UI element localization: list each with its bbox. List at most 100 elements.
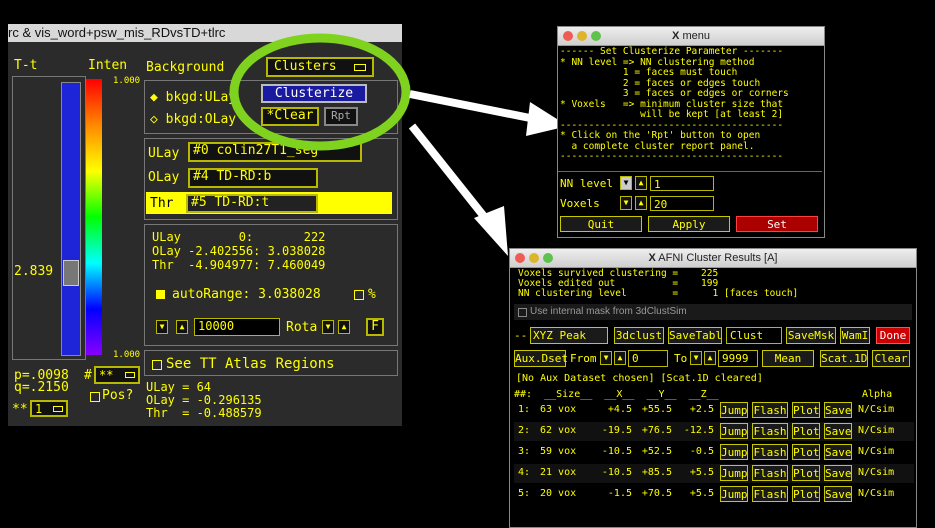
hash-menu-label: ** — [99, 368, 114, 382]
hash-label: # — [84, 368, 92, 383]
from-down-icon[interactable]: ▼ — [600, 351, 612, 365]
autorange-label: autoRange: 3.038028 — [172, 287, 321, 302]
bottom-ulay: ULay = 64 — [146, 380, 212, 394]
3dclust-button[interactable]: 3dclust — [614, 327, 664, 344]
close-dot-icon[interactable] — [515, 253, 525, 263]
save-button[interactable]: Save — [824, 423, 852, 439]
flash-button[interactable]: Flash — [752, 444, 788, 460]
tt-atlas-checkbox[interactable] — [152, 360, 162, 370]
nn-down-icon[interactable]: ▼ — [620, 176, 632, 190]
voxels-field[interactable]: 20 — [650, 196, 714, 211]
star-menu[interactable]: 1 — [30, 400, 68, 417]
x11-icon: X — [648, 252, 656, 264]
pos-checkbox[interactable] — [90, 392, 100, 402]
save-button[interactable]: Save — [824, 486, 852, 502]
cluster-z: +5.5 — [689, 488, 714, 499]
info-olay: OLay -2.402556: 3.038028 — [152, 244, 326, 258]
percent-checkbox[interactable] — [354, 290, 364, 300]
percent-label: % — [368, 287, 376, 302]
cluster-index: 3: — [518, 446, 531, 457]
nn-field[interactable]: 1 — [650, 176, 714, 191]
pos-label: Pos? — [102, 388, 134, 403]
set-button[interactable]: Set — [736, 216, 818, 232]
plot-button[interactable]: Plot — [792, 486, 820, 502]
bkgd-olay-radio[interactable]: ◇ bkgd:OLay — [150, 112, 236, 127]
rota-down-icon[interactable]: ▼ — [322, 320, 334, 334]
cluster-z: +5.5 — [689, 467, 714, 478]
savetabl-button[interactable]: SaveTabl — [668, 327, 722, 344]
plot-button[interactable]: Plot — [792, 465, 820, 481]
ulay-label: ULay — [148, 146, 180, 161]
bottom-olay: OLay = -0.296135 — [146, 393, 262, 407]
plot-button[interactable]: Plot — [792, 444, 820, 460]
flash-button[interactable]: Flash — [752, 465, 788, 481]
jump-button[interactable]: Jump — [720, 402, 748, 418]
close-dot-icon[interactable] — [563, 31, 573, 41]
quit-button[interactable]: Quit — [560, 216, 642, 232]
to-down-icon[interactable]: ▼ — [690, 351, 702, 365]
voxels-up-icon[interactable]: ▲ — [635, 196, 647, 210]
menu-toggle-icon — [125, 372, 135, 378]
spin-up-icon[interactable]: ▲ — [176, 320, 188, 334]
thr-chooser[interactable]: #5 TD-RD:t — [186, 194, 318, 213]
aux-dset-button[interactable]: Aux.Dset — [514, 350, 568, 367]
cluster-results-window: X AFNI Cluster Results [A] Voxels surviv… — [509, 248, 917, 528]
nn-up-icon[interactable]: ▲ — [635, 176, 647, 190]
wami-button[interactable]: WamI — [840, 327, 870, 344]
scat-button[interactable]: Scat.1D — [820, 350, 868, 367]
save-button[interactable]: Save — [824, 465, 852, 481]
jump-button[interactable]: Jump — [720, 465, 748, 481]
savemsk-button[interactable]: SaveMsk — [786, 327, 836, 344]
background-label: Background — [146, 60, 225, 75]
col-inten-label: Inten — [88, 58, 128, 73]
mean-menu[interactable]: Mean — [762, 350, 814, 367]
clust-field[interactable]: Clust — [726, 327, 782, 344]
zoom-dot-icon[interactable] — [591, 31, 601, 41]
minimize-dot-icon[interactable] — [529, 253, 539, 263]
rota-label: Rota — [286, 320, 318, 335]
flash-button[interactable]: Flash — [752, 486, 788, 502]
color-scale-bar[interactable] — [86, 79, 102, 355]
flash-button[interactable]: Flash — [752, 423, 788, 439]
rota-up-icon[interactable]: ▲ — [338, 320, 350, 334]
spin-value-field[interactable]: 10000 — [194, 318, 280, 336]
done-button[interactable]: Done — [876, 327, 910, 344]
bkgd-ulay-radio[interactable]: ◆ bkgd:ULay — [150, 90, 236, 105]
jump-button[interactable]: Jump — [720, 444, 748, 460]
menu-line: ------ Set Clusterize Parameter ------- — [560, 46, 784, 57]
threshold-slider-track[interactable] — [61, 82, 81, 356]
nn-label: NN level — [560, 177, 613, 190]
plot-button[interactable]: Plot — [792, 402, 820, 418]
threshold-slider-handle[interactable] — [63, 260, 79, 286]
f-button[interactable]: F — [366, 318, 384, 336]
xyz-peak-menu[interactable]: XYZ Peak — [530, 327, 608, 344]
mask-checkbox[interactable] — [518, 308, 527, 317]
menu-line: 3 = faces or edges or corners — [560, 88, 789, 99]
menu-divider — [558, 171, 822, 172]
zoom-dot-icon[interactable] — [543, 253, 553, 263]
table-row: 2: 62 vox -19.5 +76.5 -12.5 Jump Flash Plot Save… — [514, 422, 914, 441]
to-up-icon[interactable]: ▲ — [704, 351, 716, 365]
olay-chooser[interactable]: #4 TD-RD:b — [188, 168, 318, 188]
from-up-icon[interactable]: ▲ — [614, 351, 626, 365]
from-field[interactable]: 0 — [628, 350, 668, 367]
jump-button[interactable]: Jump — [720, 423, 748, 439]
autorange-checkbox[interactable] — [156, 290, 165, 299]
spin-down-icon[interactable]: ▼ — [156, 320, 168, 334]
save-button[interactable]: Save — [824, 402, 852, 418]
voxels-down-icon[interactable]: ▼ — [620, 196, 632, 210]
cluster-alpha: N/Csim — [858, 467, 895, 478]
plot-button[interactable]: Plot — [792, 423, 820, 439]
minimize-dot-icon[interactable] — [577, 31, 587, 41]
hash-menu[interactable]: ** — [94, 366, 140, 384]
apply-button[interactable]: Apply — [648, 216, 730, 232]
to-field[interactable]: 9999 — [718, 350, 758, 367]
xyz-label: XYZ — [533, 329, 553, 342]
cluster-x: -10.5 — [601, 467, 632, 478]
menu-line: --------------------------------------- — [560, 151, 784, 162]
save-button[interactable]: Save — [824, 444, 852, 460]
clear-scat-button[interactable]: Clear — [872, 350, 910, 367]
flash-button[interactable]: Flash — [752, 402, 788, 418]
scale-min: 1.000 — [113, 350, 141, 360]
jump-button[interactable]: Jump — [720, 486, 748, 502]
